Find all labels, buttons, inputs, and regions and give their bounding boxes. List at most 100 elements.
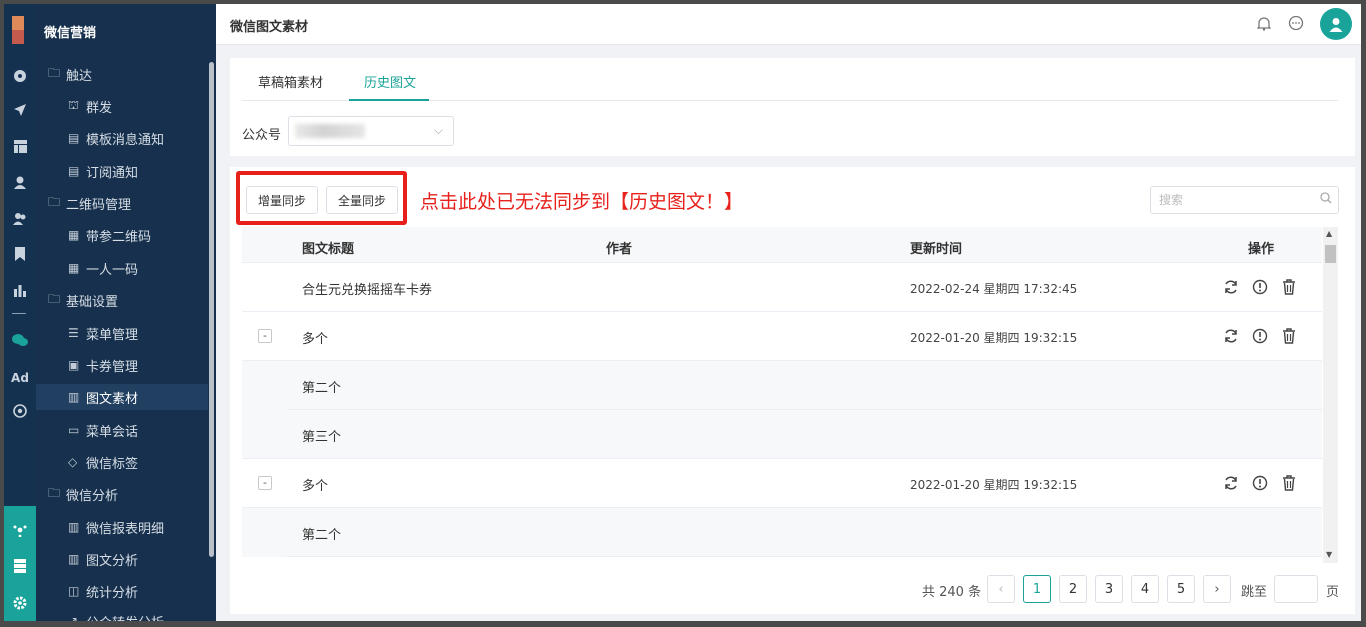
user-icon[interactable] bbox=[4, 170, 36, 194]
page-unit-label: 页 bbox=[1326, 585, 1340, 600]
page-button-5[interactable]: 5 bbox=[1167, 575, 1195, 603]
table-row[interactable]: - 多个 2022-01-20 星期四 19:32:15 bbox=[242, 312, 1322, 361]
tab-bar: 草稿箱素材 历史图文 bbox=[242, 58, 1338, 101]
bar-chart-icon[interactable] bbox=[4, 278, 36, 302]
folder-icon: 🗀 bbox=[48, 65, 61, 80]
menu-group-analytics[interactable]: 🗀 微信分析 bbox=[36, 481, 208, 507]
sync-icon[interactable] bbox=[1222, 278, 1240, 296]
message-icon: ▤ bbox=[68, 164, 80, 178]
send-icon[interactable] bbox=[4, 98, 36, 122]
delete-icon[interactable] bbox=[1280, 278, 1298, 296]
row-title: 多个 bbox=[302, 479, 329, 494]
table-row[interactable]: - 多个 2022-01-20 星期四 19:32:15 bbox=[242, 459, 1322, 508]
page-button-3[interactable]: 3 bbox=[1095, 575, 1123, 603]
row-title: 第二个 bbox=[302, 381, 342, 396]
menu-group-qrcode[interactable]: 🗀 二维码管理 bbox=[36, 190, 208, 216]
menu-group-reach[interactable]: 🗀 触达 bbox=[36, 61, 208, 87]
table-scrollbar[interactable]: ▲ ▼ bbox=[1323, 227, 1338, 563]
user-avatar[interactable] bbox=[1320, 8, 1352, 40]
page-title: 微信图文素材 bbox=[230, 20, 309, 35]
menu-item-broadcast[interactable]: ⛫ 群发 bbox=[36, 93, 208, 119]
info-icon[interactable] bbox=[1251, 278, 1269, 296]
sync-icon[interactable] bbox=[1222, 327, 1240, 345]
sidebar-menu: 微信营销 🗀 触达 ⛫ 群发 ▤ 模板消息通知 ▤ 订阅通知 🗀 二维码管理 ▦ 带参二维码… bbox=[36, 4, 216, 621]
list-icon: ☰ bbox=[68, 326, 79, 340]
menu-scrollbar[interactable] bbox=[209, 62, 214, 557]
annotation-text: 点击此处已无法同步到【历史图文！】 bbox=[420, 191, 744, 213]
tab-drafts[interactable]: 草稿箱素材 bbox=[258, 72, 323, 91]
chat-bubble-icon[interactable] bbox=[1287, 14, 1305, 32]
row-divider bbox=[287, 556, 1322, 557]
info-icon[interactable] bbox=[1251, 327, 1269, 345]
delete-icon[interactable] bbox=[1280, 474, 1298, 492]
annotation-highlight-box bbox=[236, 171, 407, 225]
page-button-1[interactable]: 1 bbox=[1023, 575, 1051, 603]
pagination-total: 共 240 条 bbox=[922, 585, 982, 600]
search-icon[interactable] bbox=[1320, 192, 1332, 208]
rail-bottom-group bbox=[4, 506, 36, 621]
menu-item-wechat-tags[interactable]: ◇ 微信标签 bbox=[36, 449, 208, 475]
menu-item-report-detail[interactable]: ▥ 微信报表明细 bbox=[36, 514, 208, 540]
blurred-account-name bbox=[295, 124, 365, 138]
rail-divider bbox=[12, 313, 26, 314]
tab-history-articles[interactable]: 历史图文 bbox=[364, 72, 416, 91]
table-child-row[interactable]: 第二个 bbox=[242, 361, 1322, 410]
collapse-toggle[interactable]: - bbox=[258, 476, 272, 490]
wechat-icon[interactable] bbox=[4, 328, 36, 352]
icon-rail: Ad bbox=[4, 4, 36, 621]
table-child-row[interactable]: 第三个 bbox=[242, 410, 1322, 459]
articles-table: 图文标题 作者 更新时间 操作 合生元兑换摇摇车卡券 2022-02-24 星期… bbox=[242, 227, 1338, 563]
settings-icon[interactable] bbox=[4, 591, 36, 615]
network-icon[interactable] bbox=[4, 518, 36, 542]
menu-item-statistics[interactable]: ◫ 统计分析 bbox=[36, 578, 208, 604]
menu-item-menu-manage[interactable]: ☰ 菜单管理 bbox=[36, 320, 208, 346]
dashboard-icon[interactable] bbox=[4, 63, 36, 87]
info-icon[interactable] bbox=[1251, 474, 1269, 492]
tag-icon: ◇ bbox=[68, 455, 78, 469]
header-author: 作者 bbox=[606, 242, 633, 257]
bell-icon[interactable] bbox=[1255, 14, 1273, 32]
menu-item-subscription[interactable]: ▤ 订阅通知 bbox=[36, 158, 208, 184]
menu-item-param-qrcode[interactable]: ▦ 带参二维码 bbox=[36, 222, 208, 248]
account-select[interactable]: ⌵ bbox=[288, 116, 454, 146]
scroll-down-icon[interactable]: ▼ bbox=[1326, 550, 1332, 559]
menu-item-coupon[interactable]: ▣ 卡券管理 bbox=[36, 352, 208, 378]
target-icon[interactable] bbox=[4, 399, 36, 423]
menu-item-menu-chat[interactable]: ▭ 菜单会话 bbox=[36, 417, 208, 443]
menu-item-articles[interactable]: ▥ 图文素材 bbox=[36, 384, 208, 410]
collapse-toggle[interactable]: - bbox=[258, 329, 272, 343]
menu-item-article-analytics[interactable]: ▥ 图文分析 bbox=[36, 546, 208, 572]
server-icon[interactable] bbox=[4, 554, 36, 578]
jump-page-input[interactable] bbox=[1274, 575, 1318, 603]
layout-icon[interactable] bbox=[4, 134, 36, 158]
scrollbar-thumb[interactable] bbox=[1325, 245, 1336, 263]
table-row[interactable]: 合生元兑换摇摇车卡券 2022-02-24 星期四 17:32:45 bbox=[242, 263, 1322, 312]
ad-icon[interactable]: Ad bbox=[4, 366, 36, 390]
delete-icon[interactable] bbox=[1280, 327, 1298, 345]
next-page-button[interactable]: › bbox=[1203, 575, 1231, 603]
page-button-4[interactable]: 4 bbox=[1131, 575, 1159, 603]
page-button-2[interactable]: 2 bbox=[1059, 575, 1087, 603]
search-input[interactable] bbox=[1151, 187, 1311, 213]
search-box[interactable] bbox=[1150, 186, 1339, 214]
menu-item-template-message[interactable]: ▤ 模板消息通知 bbox=[36, 125, 208, 151]
qrcode-icon: ▦ bbox=[68, 228, 80, 242]
message-icon: ▤ bbox=[68, 131, 80, 145]
menu-item-personal-qrcode[interactable]: ▦ 一人一码 bbox=[36, 255, 208, 281]
prev-page-button[interactable]: ‹ bbox=[987, 575, 1015, 603]
bookmark-icon[interactable] bbox=[4, 242, 36, 266]
scroll-up-icon[interactable]: ▲ bbox=[1326, 229, 1332, 238]
users-icon[interactable] bbox=[4, 206, 36, 230]
jump-label: 跳至 bbox=[1241, 585, 1268, 600]
chat-icon: ▭ bbox=[68, 423, 80, 437]
row-updated: 2022-02-24 星期四 17:32:45 bbox=[910, 282, 1078, 296]
table-header: 图文标题 作者 更新时间 操作 bbox=[242, 227, 1322, 263]
sync-icon[interactable] bbox=[1222, 474, 1240, 492]
share-icon: ↗ bbox=[68, 614, 79, 621]
document-icon: ▥ bbox=[68, 390, 80, 404]
menu-item-share-analytics[interactable]: ↗公众转发分析 bbox=[36, 608, 208, 621]
report-icon: ▥ bbox=[68, 520, 80, 534]
menu-group-basic-settings[interactable]: 🗀 基础设置 bbox=[36, 287, 208, 313]
table-child-row[interactable]: 第二个 bbox=[242, 508, 1322, 557]
row-updated: 2022-01-20 星期四 19:32:15 bbox=[910, 331, 1078, 345]
